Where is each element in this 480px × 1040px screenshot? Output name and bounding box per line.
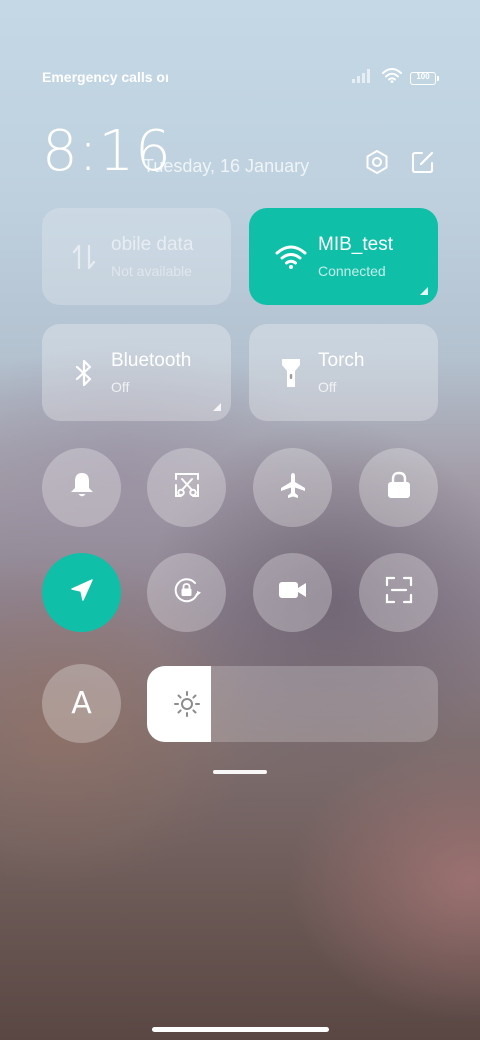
location-toggle[interactable] <box>42 553 121 632</box>
home-indicator[interactable] <box>152 1027 329 1032</box>
screen-recorder-toggle[interactable] <box>253 553 332 632</box>
rotation-lock-icon <box>171 575 203 610</box>
battery-icon: 100 <box>410 71 439 85</box>
wifi-icon <box>275 241 307 273</box>
sun-icon <box>173 690 201 718</box>
settings-icon <box>364 149 390 180</box>
signal-icon <box>352 68 374 88</box>
bluetooth-tile[interactable]: Bluetooth Off <box>42 324 231 421</box>
lock-icon <box>387 471 411 504</box>
auto-rotate-toggle[interactable] <box>147 553 226 632</box>
edit-icon <box>410 149 436 180</box>
video-camera-icon <box>278 579 308 606</box>
mobile-data-tile[interactable]: obile data Not available <box>42 208 231 305</box>
wifi-network-name: MIB_test <box>318 234 393 255</box>
torch-status: Off <box>318 379 337 395</box>
status-icons: 100 <box>352 68 439 88</box>
ringer-toggle[interactable] <box>42 448 121 527</box>
scanner-toggle[interactable] <box>359 553 438 632</box>
screenshot-toggle[interactable] <box>147 448 226 527</box>
airplane-icon <box>279 471 307 504</box>
auto-brightness-label: A <box>71 686 92 721</box>
bluetooth-title: Bluetooth <box>111 350 192 371</box>
expand-corner-icon <box>420 287 428 295</box>
expand-corner-icon <box>213 403 221 411</box>
carrier-status-text: Emergency calls only <box>42 69 168 85</box>
battery-level: 100 <box>416 71 430 81</box>
wifi-tile[interactable]: MIB_test Connected <box>249 208 438 305</box>
auto-brightness-toggle[interactable]: A <box>42 664 121 743</box>
settings-button[interactable] <box>363 149 391 180</box>
airplane-mode-toggle[interactable] <box>253 448 332 527</box>
panel-drag-handle[interactable] <box>213 770 267 774</box>
torch-title: Torch <box>318 350 365 371</box>
bluetooth-status: Off <box>111 379 130 395</box>
clock-date: Tuesday, 16 January <box>143 156 310 176</box>
flashlight-icon <box>275 357 307 389</box>
mobile-data-title: obile data <box>111 234 194 255</box>
status-bar: Emergency calls only 100 <box>42 62 439 90</box>
bluetooth-icon <box>68 357 100 389</box>
data-transfer-icon <box>68 241 100 273</box>
torch-tile[interactable]: Torch Off <box>249 324 438 421</box>
scan-icon <box>385 576 413 609</box>
wifi-icon <box>382 68 402 88</box>
mobile-data-status: Not available <box>111 263 192 279</box>
location-arrow-icon <box>69 577 95 608</box>
lock-screen-toggle[interactable] <box>359 448 438 527</box>
scissors-screenshot-icon <box>173 471 201 504</box>
edit-button[interactable] <box>409 150 437 178</box>
wifi-status: Connected <box>318 263 386 279</box>
bell-icon <box>69 471 95 504</box>
brightness-slider[interactable] <box>147 666 438 742</box>
